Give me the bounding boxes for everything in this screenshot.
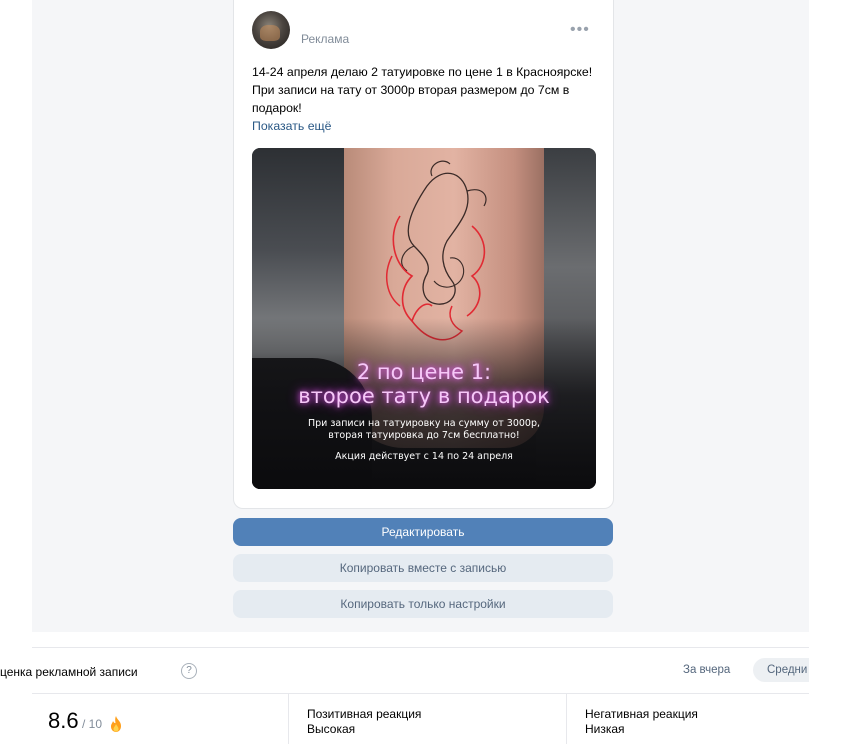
positive-reaction-value: Высокая <box>307 722 356 736</box>
post-text-line: При записи на тату от 3000р вторая разме… <box>252 83 570 97</box>
show-more-link[interactable]: Показать ещё <box>252 119 332 133</box>
promo-dates: Акция действует с 14 по 24 апреля <box>335 451 513 462</box>
negative-reaction-value: Низкая <box>585 722 625 736</box>
help-icon[interactable]: ? <box>181 663 197 679</box>
promo-headline-1: 2 по цене 1: <box>356 360 492 384</box>
score-max: / 10 <box>82 717 103 731</box>
period-yesterday-tab[interactable]: За вчера <box>683 664 730 676</box>
positive-reaction-label: Позитивная реакция <box>307 707 422 721</box>
copy-with-post-button[interactable]: Копировать вместе с записью <box>233 554 613 582</box>
score-section-title: ценка рекламной записи <box>0 665 138 679</box>
fire-icon <box>111 716 121 732</box>
more-horizontal-icon[interactable]: ••• <box>570 22 590 38</box>
ad-post-card: Реклама ••• 14-24 апреля делаю 2 татуиро… <box>233 0 614 509</box>
divider <box>288 694 289 744</box>
copy-settings-button[interactable]: Копировать только настройки <box>233 590 613 618</box>
post-text-line: 14-24 апреля делаю 2 татуировке по цене … <box>252 65 593 79</box>
divider <box>32 647 809 648</box>
promo-subtext-2: вторая татуировка до 7см бесплатно! <box>328 430 520 441</box>
score-value: 8.6 <box>48 708 79 733</box>
right-mask <box>809 650 841 690</box>
divider <box>32 693 809 694</box>
avatar[interactable] <box>252 11 290 49</box>
ad-label: Реклама <box>301 32 350 46</box>
edit-button[interactable]: Редактировать <box>233 518 613 546</box>
promo-headline-2: второе тату в подарок <box>298 384 550 408</box>
promo-subtext-1: При записи на татуировку на сумму от 300… <box>307 418 541 429</box>
negative-reaction-label: Негативная реакция <box>585 707 698 721</box>
post-text: 14-24 апреля делаю 2 татуировке по цене … <box>252 63 602 117</box>
divider <box>566 694 567 744</box>
post-text-line: подарок! <box>252 101 302 115</box>
post-image[interactable]: 2 по цене 1: второе тату в подарок При з… <box>252 148 596 489</box>
